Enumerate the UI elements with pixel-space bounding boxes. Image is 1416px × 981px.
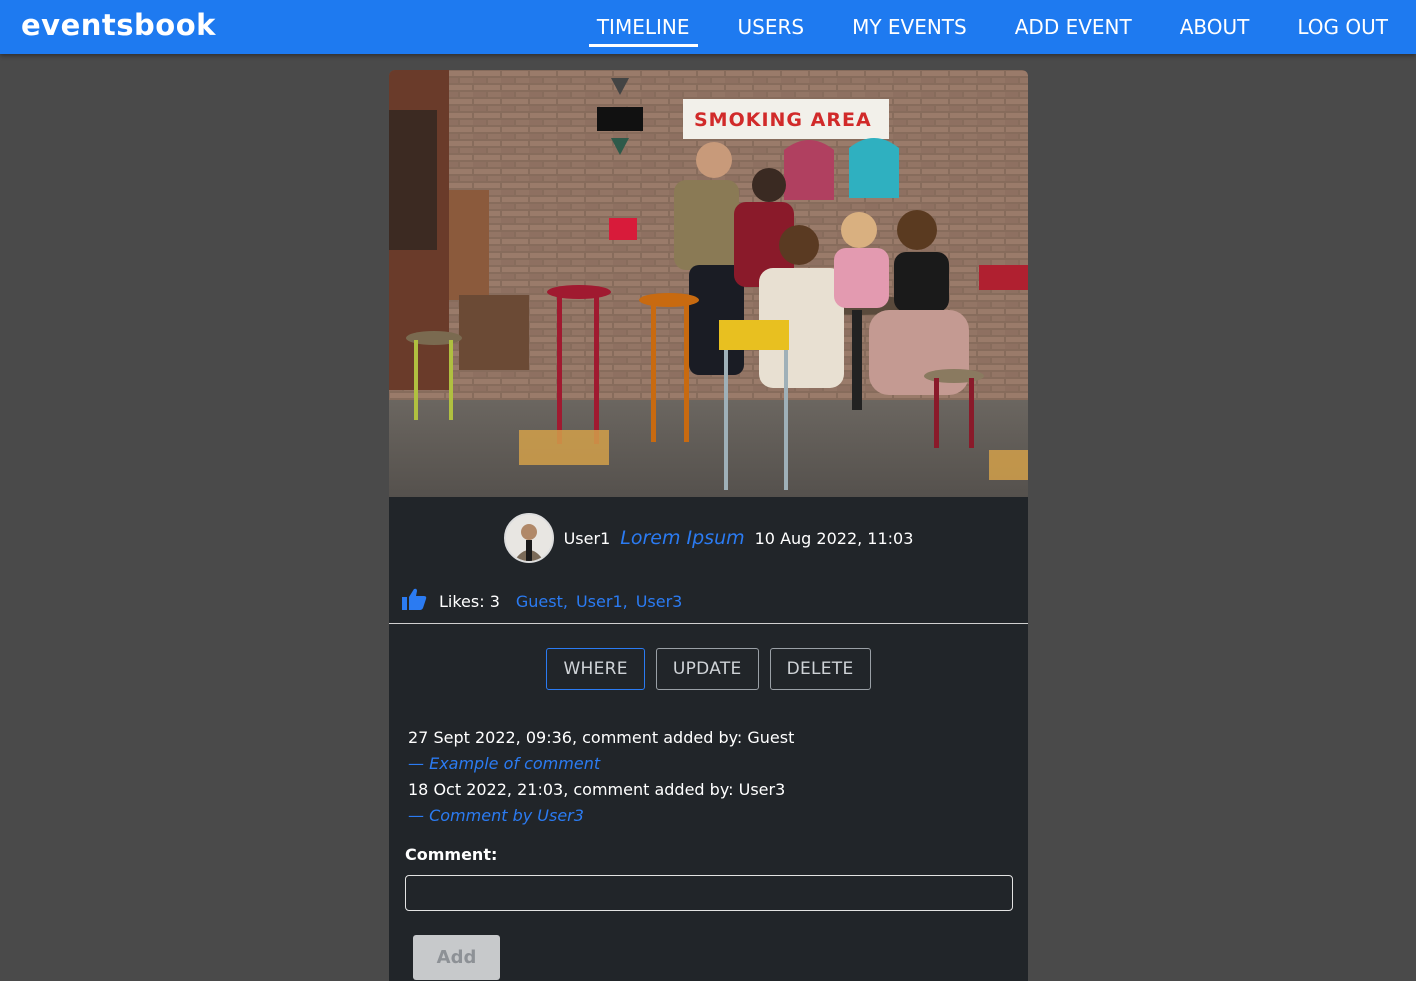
liker-link[interactable]: Guest,: [516, 592, 568, 611]
delete-button[interactable]: DELETE: [769, 648, 871, 690]
liker-link[interactable]: User1,: [576, 592, 628, 611]
likes-count: Likes: 3: [439, 591, 500, 611]
event-card: SMOKING AREA User1 Lorem Ipsum 10 Aug 20…: [389, 70, 1028, 981]
brand-logo[interactable]: eventsbook: [21, 6, 216, 44]
comment-input[interactable]: [405, 875, 1013, 911]
where-button[interactable]: WHERE: [546, 648, 645, 690]
avatar[interactable]: [503, 513, 554, 563]
nav-users[interactable]: USERS: [730, 15, 813, 39]
likes-row: Likes: 3 Guest, User1, User3: [401, 586, 682, 616]
add-comment-button[interactable]: Add: [413, 935, 500, 980]
nav-links: TIMELINE USERS MY EVENTS ADD EVENT ABOUT…: [588, 0, 1396, 54]
comments-list: 27 Sept 2022, 09:36, comment added by: G…: [408, 725, 1008, 829]
comment-text: — Example of comment: [408, 754, 601, 773]
comment-header: 18 Oct 2022, 21:03, comment added by: Us…: [408, 780, 786, 799]
event-date: 10 Aug 2022, 11:03: [754, 528, 914, 548]
comment-label: Comment:: [405, 845, 498, 864]
nav-add-event[interactable]: ADD EVENT: [1007, 15, 1140, 39]
comment-text: — Comment by User3: [408, 806, 584, 825]
event-author[interactable]: User1: [564, 529, 611, 548]
divider: [389, 623, 1028, 624]
event-meta: User1 Lorem Ipsum 10 Aug 2022, 11:03: [389, 512, 1028, 564]
top-navbar: eventsbook TIMELINE USERS MY EVENTS ADD …: [0, 0, 1416, 54]
nav-timeline[interactable]: TIMELINE: [588, 15, 698, 47]
event-actions: WHERE UPDATE DELETE: [389, 648, 1028, 690]
thumbs-up-icon[interactable]: [401, 587, 427, 615]
event-photo: SMOKING AREA: [389, 70, 1028, 497]
nav-my-events[interactable]: MY EVENTS: [844, 15, 975, 39]
liker-link[interactable]: User3: [636, 592, 683, 611]
nav-log-out[interactable]: LOG OUT: [1289, 15, 1396, 39]
nav-about[interactable]: ABOUT: [1172, 15, 1258, 39]
event-title[interactable]: Lorem Ipsum: [620, 527, 744, 549]
photo-sign-text: SMOKING AREA: [694, 109, 872, 131]
likers-list: Guest, User1, User3: [516, 592, 682, 611]
comment-header: 27 Sept 2022, 09:36, comment added by: G…: [408, 728, 795, 747]
update-button[interactable]: UPDATE: [655, 648, 759, 690]
